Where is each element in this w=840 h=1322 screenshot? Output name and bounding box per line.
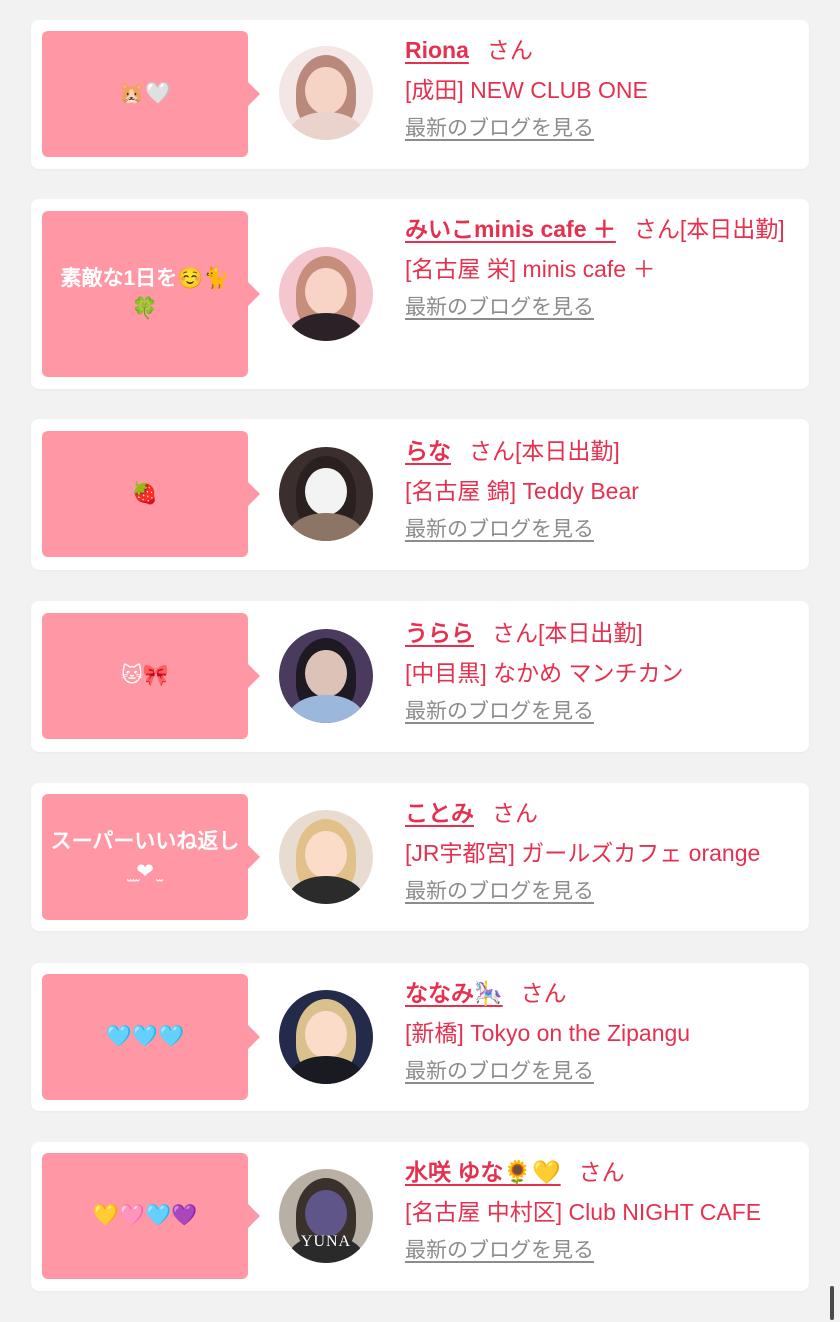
cast-info: うらら さん[本日出勤] [中目黒] なかめ マンチカン 最新のブログを見る — [405, 613, 799, 727]
avatar[interactable] — [279, 990, 373, 1084]
latest-blog-link[interactable]: 最新のブログを見る — [405, 1057, 594, 1087]
status-label: [本日出勤] — [538, 620, 643, 646]
san-label: さん — [486, 37, 533, 63]
avatar-face — [305, 66, 347, 114]
cast-name-link[interactable]: みいこminis cafe ＋ — [405, 216, 616, 242]
comment-text: 🍓 — [131, 482, 159, 505]
latest-blog-link[interactable]: 最新のブログを見る — [405, 697, 594, 727]
comment-text: 🐹🤍 — [118, 82, 172, 105]
avatar[interactable] — [279, 810, 373, 904]
cast-name-link[interactable]: 水咲 ゆな🌻💛 — [405, 1159, 561, 1185]
cast-info: 水咲 ゆな🌻💛 さん [名古屋 中村区] Club NIGHT CAFE 最新のブ… — [405, 1152, 799, 1266]
shop-name: [名古屋 錦] Teddy Bear — [405, 478, 639, 504]
cast-card: 🐹🤍 Riona さん [成田] NEW CLUB ONE 最新のブログを見る — [31, 20, 809, 169]
avatar[interactable] — [279, 46, 373, 140]
shop-name: [成田] NEW CLUB ONE — [405, 77, 648, 103]
comment-bubble: 💛🩷🩵💜 — [42, 1153, 260, 1279]
comment-text: 🩵🩵🩵 — [105, 1025, 185, 1048]
name-line: ことみ さん — [405, 793, 799, 833]
shop-name: [中目黒] なかめ マンチカン — [405, 660, 684, 686]
san-label: さん — [578, 1159, 625, 1185]
avatar-face — [305, 649, 347, 697]
san-label: さん — [492, 800, 538, 826]
comment-text: 素敵な1日を☺️🐈🍀 — [60, 267, 230, 320]
latest-blog-link[interactable]: 最新のブログを見る — [405, 293, 594, 323]
san-label: さん — [469, 438, 515, 464]
cast-info: ななみ🎠 さん [新橋] Tokyo on the Zipangu 最新のブログを… — [405, 973, 799, 1087]
avatar-face — [305, 467, 347, 515]
latest-blog-link[interactable]: 最新のブログを見る — [405, 877, 594, 907]
latest-blog-link[interactable]: 最新のブログを見る — [405, 114, 594, 144]
san-label: さん — [492, 620, 538, 646]
cast-info: みいこminis cafe ＋ さん[本日出勤] [名古屋 栄] minis ca… — [405, 209, 799, 323]
name-line: みいこminis cafe ＋ さん[本日出勤] — [405, 209, 799, 249]
shop-name: [名古屋 栄] minis cafe ＋ — [405, 256, 656, 282]
san-label: さん — [520, 980, 567, 1006]
status-label: [本日出勤] — [515, 438, 620, 464]
name-line: らな さん[本日出勤] — [405, 431, 799, 471]
cast-card: 素敵な1日を☺️🐈🍀 みいこminis cafe ＋ さん[本日出勤] [名古屋 … — [31, 199, 809, 389]
name-line: Riona さん — [405, 30, 799, 70]
comment-bubble: 素敵な1日を☺️🐈🍀 — [42, 211, 260, 377]
comment-text: スーパーいいね返し ̫ ̫❤︎ ̫ — [50, 830, 240, 883]
comment-bubble: スーパーいいね返し ̫ ̫❤︎ ̫ — [42, 794, 260, 920]
cast-card: スーパーいいね返し ̫ ̫❤︎ ̫ ことみ さん [JR宇都宮] ガールズカフェ … — [31, 783, 809, 931]
comment-bubble: 🐱🎀 — [42, 613, 260, 739]
name-line: ななみ🎠 さん — [405, 973, 799, 1013]
avatar[interactable]: YUNA — [279, 1169, 373, 1263]
shop-name: [名古屋 中村区] Club NIGHT CAFE — [405, 1199, 762, 1225]
cast-name-link[interactable]: ことみ — [405, 800, 474, 826]
cast-name-link[interactable]: Riona — [405, 37, 469, 63]
cast-info: らな さん[本日出勤] [名古屋 錦] Teddy Bear 最新のブログを見る — [405, 431, 799, 545]
name-line: うらら さん[本日出勤] — [405, 613, 799, 653]
avatar-face — [305, 830, 347, 878]
cast-info: ことみ さん [JR宇都宮] ガールズカフェ orange 最新のブログを見る — [405, 793, 799, 907]
cast-name-link[interactable]: らな — [405, 438, 451, 464]
avatar[interactable] — [279, 247, 373, 341]
shop-name: [JR宇都宮] ガールズカフェ orange — [405, 840, 761, 866]
comment-bubble: 🍓 — [42, 431, 260, 557]
cast-info: Riona さん [成田] NEW CLUB ONE 最新のブログを見る — [405, 30, 799, 144]
cast-name-link[interactable]: うらら — [405, 620, 474, 646]
avatar[interactable] — [279, 447, 373, 541]
avatar[interactable] — [279, 629, 373, 723]
latest-blog-link[interactable]: 最新のブログを見る — [405, 515, 594, 545]
comment-text: 🐱🎀 — [120, 664, 170, 687]
latest-blog-link[interactable]: 最新のブログを見る — [405, 1236, 594, 1266]
comment-bubble: 🐹🤍 — [42, 31, 260, 157]
status-label: [本日出勤] — [679, 216, 785, 242]
san-label: さん — [633, 216, 680, 242]
cast-name-link[interactable]: ななみ🎠 — [405, 980, 503, 1006]
avatar-face — [305, 1189, 347, 1237]
cast-card: 🍓 らな さん[本日出勤] [名古屋 錦] Teddy Bear 最新のブログを見… — [31, 419, 809, 570]
cast-card: 🐱🎀 うらら さん[本日出勤] [中目黒] なかめ マンチカン 最新のブログを見る — [31, 601, 809, 752]
comment-text: 💛🩷🩵💜 — [92, 1204, 198, 1227]
avatar-face — [305, 267, 347, 315]
cast-card: 🩵🩵🩵 ななみ🎠 さん [新橋] Tokyo on the Zipangu 最新の… — [31, 963, 809, 1111]
avatar-caption: YUNA — [300, 1233, 352, 1250]
avatar-face — [305, 1010, 347, 1058]
scrollbar[interactable] — [830, 1286, 834, 1320]
cast-card: 💛🩷🩵💜 YUNA 水咲 ゆな🌻💛 さん [名古屋 中村区] Club NIGHT… — [31, 1142, 809, 1291]
comment-bubble: 🩵🩵🩵 — [42, 974, 260, 1100]
name-line: 水咲 ゆな🌻💛 さん — [405, 1152, 799, 1192]
cast-blog-list: 🐹🤍 Riona さん [成田] NEW CLUB ONE 最新のブログを見る 素… — [0, 0, 840, 1322]
shop-name: [新橋] Tokyo on the Zipangu — [405, 1020, 691, 1046]
